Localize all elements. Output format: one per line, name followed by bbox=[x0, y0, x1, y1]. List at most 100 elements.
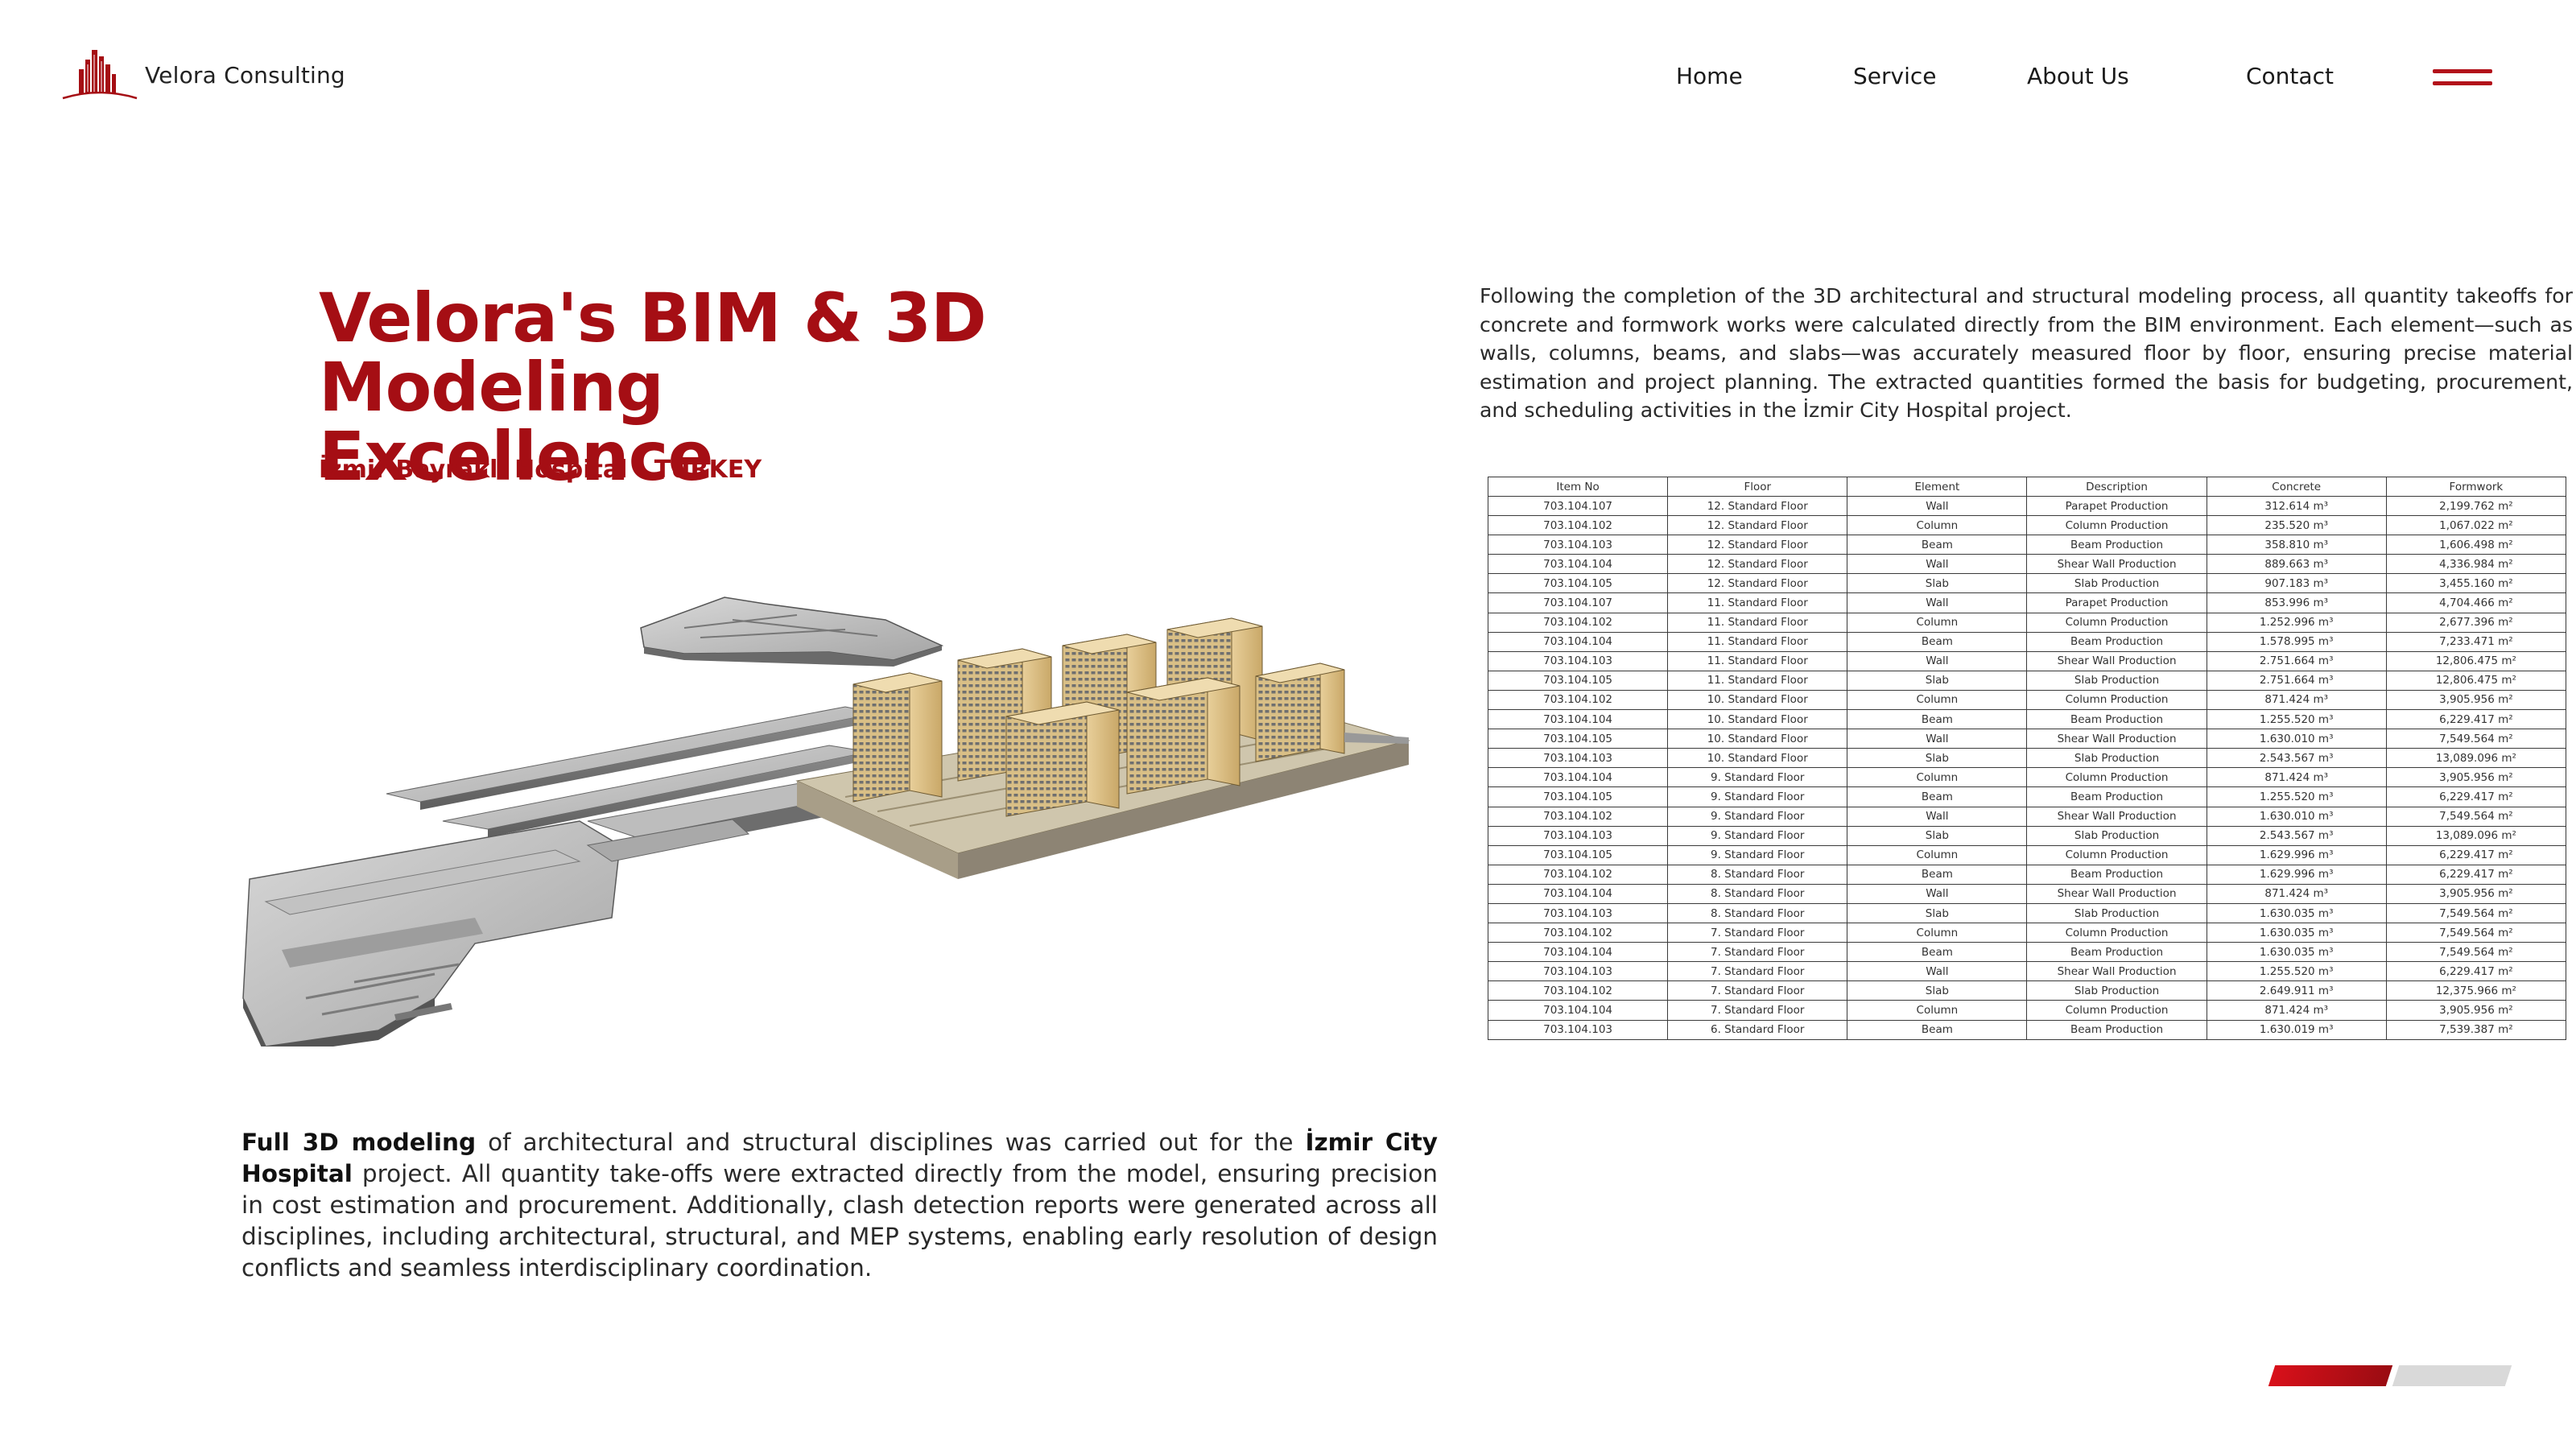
table-cell: 10. Standard Floor bbox=[1667, 689, 1848, 711]
table-cell: 703.104.104 bbox=[1487, 1000, 1669, 1021]
table-cell: 6,229.417 m² bbox=[2385, 786, 2567, 807]
table-cell: 11. Standard Floor bbox=[1667, 650, 1848, 671]
col-concrete: Concrete bbox=[2206, 477, 2387, 497]
table-cell: Beam bbox=[1847, 535, 2028, 555]
table-cell: 703.104.103 bbox=[1487, 535, 1669, 555]
table-cell: 12. Standard Floor bbox=[1667, 554, 1848, 575]
table-cell: Slab bbox=[1847, 825, 2028, 846]
table-row: 703.104.104 11. Standard Floor Beam Beam Pr… bbox=[1487, 631, 2567, 652]
table-cell: 703.104.102 bbox=[1487, 923, 1669, 943]
pager-slide-1[interactable] bbox=[2268, 1365, 2393, 1386]
table-cell: 703.104.105 bbox=[1487, 844, 1669, 865]
table-cell: Shear Wall Production bbox=[2026, 961, 2207, 982]
table-cell: Wall bbox=[1847, 554, 2028, 575]
brand-logo[interactable]: Velora Consulting bbox=[60, 47, 345, 103]
table-cell: Beam bbox=[1847, 942, 2028, 963]
table-cell: 2,677.396 m² bbox=[2385, 612, 2567, 633]
table-cell: Slab bbox=[1847, 670, 2028, 691]
table-cell: 1.252.996 m³ bbox=[2206, 612, 2387, 633]
table-cell: 12. Standard Floor bbox=[1667, 573, 1848, 594]
table-cell: 703.104.104 bbox=[1487, 554, 1669, 575]
slide-pager bbox=[2267, 1365, 2512, 1386]
table-cell: Slab Production bbox=[2026, 573, 2207, 594]
table-cell: 703.104.103 bbox=[1487, 650, 1669, 671]
table-cell: 703.104.107 bbox=[1487, 592, 1669, 613]
col-description: Description bbox=[2026, 477, 2207, 497]
table-cell: 2.649.911 m³ bbox=[2206, 980, 2387, 1001]
table-cell: 7. Standard Floor bbox=[1667, 1000, 1848, 1021]
table-cell: 703.104.103 bbox=[1487, 748, 1669, 769]
table-cell: Shear Wall Production bbox=[2026, 729, 2207, 749]
table-cell: 703.104.102 bbox=[1487, 689, 1669, 711]
table-row: 703.104.105 9. Standard Floor Column Column… bbox=[1487, 844, 2567, 865]
table-cell: 12. Standard Floor bbox=[1667, 535, 1848, 555]
table-cell: 7. Standard Floor bbox=[1667, 923, 1848, 943]
table-row: 703.104.104 7. Standard Floor Column Column… bbox=[1487, 1000, 2567, 1021]
table-cell: Slab Production bbox=[2026, 902, 2207, 924]
table-cell: 853.996 m³ bbox=[2206, 592, 2387, 613]
table-cell: 12,375.966 m² bbox=[2385, 980, 2567, 1001]
table-cell: 703.104.103 bbox=[1487, 825, 1669, 846]
table-row: 703.104.103 9. Standard Floor Slab Slab Pro… bbox=[1487, 825, 2567, 846]
table-cell: 7,233.471 m² bbox=[2385, 631, 2567, 652]
pager-slide-2[interactable] bbox=[2392, 1365, 2512, 1386]
table-cell: Wall bbox=[1847, 650, 2028, 671]
summary-text-1: of architectural and structural discipli… bbox=[476, 1129, 1306, 1156]
table-cell: Slab Production bbox=[2026, 748, 2207, 769]
table-row: 703.104.103 10. Standard Floor Slab Slab Pr… bbox=[1487, 748, 2567, 769]
table-cell: 11. Standard Floor bbox=[1667, 631, 1848, 652]
table-cell: 2.543.567 m³ bbox=[2206, 748, 2387, 769]
table-cell: Column Production bbox=[2026, 1000, 2207, 1021]
table-cell: Beam Production bbox=[2026, 631, 2207, 652]
table-cell: Shear Wall Production bbox=[2026, 883, 2207, 904]
table-cell: 10. Standard Floor bbox=[1667, 729, 1848, 749]
table-row: 703.104.104 7. Standard Floor Beam Beam Pro… bbox=[1487, 942, 2567, 963]
nav-home[interactable]: Home bbox=[1676, 63, 1743, 89]
table-cell: Slab bbox=[1847, 980, 2028, 1001]
nav-service[interactable]: Service bbox=[1853, 63, 1936, 89]
table-cell: 12,806.475 m² bbox=[2385, 670, 2567, 691]
table-cell: Beam Production bbox=[2026, 942, 2207, 963]
table-cell: 312.614 m³ bbox=[2206, 495, 2387, 517]
table-cell: 703.104.102 bbox=[1487, 515, 1669, 536]
table-cell: 7,549.564 m² bbox=[2385, 729, 2567, 749]
building-skyline-icon bbox=[62, 50, 138, 100]
table-cell: 10. Standard Floor bbox=[1667, 709, 1848, 730]
nav-contact[interactable]: Contact bbox=[2246, 63, 2334, 89]
table-cell: 871.424 m³ bbox=[2206, 689, 2387, 711]
table-row: 703.104.104 8. Standard Floor Wall Shear Wa… bbox=[1487, 883, 2567, 904]
table-cell: 703.104.102 bbox=[1487, 864, 1669, 885]
table-cell: Slab bbox=[1847, 748, 2028, 769]
table-row: 703.104.102 7. Standard Floor Slab Slab Pro… bbox=[1487, 980, 2567, 1001]
table-cell: 7,549.564 m² bbox=[2385, 942, 2567, 963]
table-cell: Parapet Production bbox=[2026, 592, 2207, 613]
table-row: 703.104.103 8. Standard Floor Slab Slab Pro… bbox=[1487, 902, 2567, 924]
table-cell: Wall bbox=[1847, 883, 2028, 904]
table-cell: Beam Production bbox=[2026, 1019, 2207, 1040]
page-title-line1: Velora's BIM & 3D bbox=[319, 279, 987, 357]
table-body: 703.104.107 12. Standard Floor Wall Parapet… bbox=[1487, 495, 2567, 1040]
hamburger-menu-icon[interactable] bbox=[2433, 68, 2492, 90]
table-row: 703.104.102 8. Standard Floor Beam Beam Pro… bbox=[1487, 864, 2567, 885]
table-cell: Slab Production bbox=[2026, 980, 2207, 1001]
table-cell: Wall bbox=[1847, 729, 2028, 749]
quantity-takeoff-table: Item No Floor Element Description Concre… bbox=[1487, 477, 2567, 1040]
table-cell: 7,539.387 m² bbox=[2385, 1019, 2567, 1040]
table-cell: 7,549.564 m² bbox=[2385, 923, 2567, 943]
table-cell: 8. Standard Floor bbox=[1667, 864, 1848, 885]
table-cell: 7. Standard Floor bbox=[1667, 980, 1848, 1001]
nav-about-us[interactable]: About Us bbox=[2027, 63, 2129, 89]
table-cell: Shear Wall Production bbox=[2026, 806, 2207, 827]
table-cell: 703.104.102 bbox=[1487, 980, 1669, 1001]
table-row: 703.104.103 12. Standard Floor Beam Beam Pr… bbox=[1487, 535, 2567, 555]
table-cell: 6. Standard Floor bbox=[1667, 1019, 1848, 1040]
table-row: 703.104.105 12. Standard Floor Slab Slab Pr… bbox=[1487, 573, 2567, 594]
table-cell: Wall bbox=[1847, 495, 2028, 517]
table-cell: 6,229.417 m² bbox=[2385, 864, 2567, 885]
table-cell: 358.810 m³ bbox=[2206, 535, 2387, 555]
brand-name: Velora Consulting bbox=[145, 61, 345, 89]
table-cell: 703.104.102 bbox=[1487, 806, 1669, 827]
table-cell: Column Production bbox=[2026, 689, 2207, 711]
table-cell: 907.183 m³ bbox=[2206, 573, 2387, 594]
table-cell: 11. Standard Floor bbox=[1667, 670, 1848, 691]
